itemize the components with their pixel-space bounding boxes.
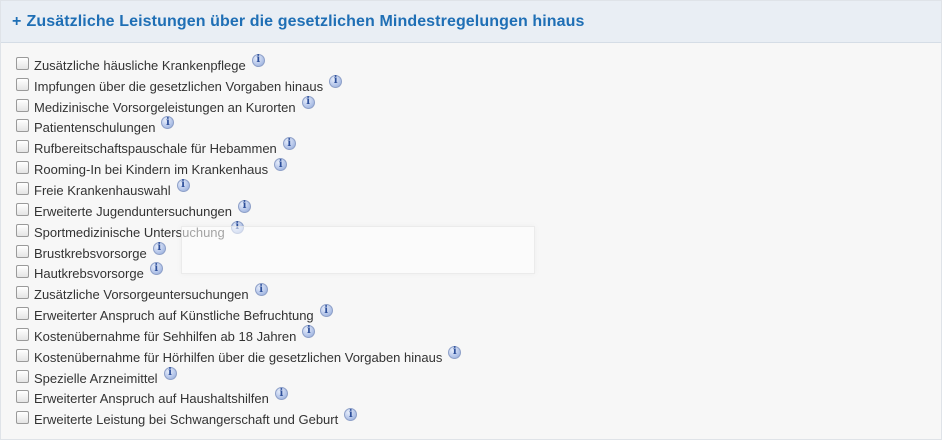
info-icon[interactable]: i (302, 324, 316, 338)
option-row: Spezielle Arzneimittel i (15, 366, 941, 389)
expand-toggle-icon[interactable]: + (12, 13, 21, 31)
checkbox-icon[interactable] (16, 265, 29, 279)
checkbox-icon[interactable] (16, 411, 29, 425)
checkbox-icon[interactable] (16, 161, 29, 175)
option-row: Erweiterte Leistung bei Schwangerschaft … (15, 408, 941, 430)
checkbox-icon[interactable] (16, 98, 29, 112)
checkbox-icon[interactable] (16, 181, 29, 195)
option-label[interactable]: Erweiterter Anspruch auf Haushaltshilfen (34, 391, 269, 406)
info-icon[interactable]: i (176, 178, 190, 192)
checkbox-icon[interactable] (16, 369, 29, 383)
option-row: Brustkrebsvorsorge i (15, 241, 941, 264)
option-row: Impfungen über die gesetzlichen Vorgaben… (15, 74, 941, 97)
option-label[interactable]: Brustkrebsvorsorge (34, 246, 147, 261)
info-icon[interactable]: i (319, 304, 333, 318)
option-label[interactable]: Rooming-In bei Kindern im Krankenhaus (34, 162, 268, 177)
option-label[interactable]: Kostenübernahme für Hörhilfen über die g… (34, 350, 442, 365)
info-icon[interactable]: i (152, 241, 166, 255)
info-icon[interactable]: i (230, 220, 244, 234)
option-label[interactable]: Spezielle Arzneimittel (34, 371, 158, 386)
benefit-options-list: Zusätzliche häusliche Krankenpflege i Im… (1, 43, 941, 430)
option-label[interactable]: Sportmedizinische Untersuchung (34, 225, 225, 240)
info-icon[interactable]: i (149, 262, 163, 276)
option-row: Rooming-In bei Kindern im Krankenhaus i (15, 158, 941, 180)
checkbox-icon[interactable] (16, 390, 29, 404)
checkbox-icon[interactable] (16, 119, 29, 133)
checkbox-icon[interactable] (16, 348, 29, 362)
checkbox-icon[interactable] (16, 77, 29, 91)
option-label[interactable]: Zusätzliche häusliche Krankenpflege (34, 58, 246, 73)
option-label[interactable]: Patientenschulungen (34, 120, 155, 135)
info-icon[interactable]: i (274, 158, 288, 172)
option-label[interactable]: Erweiterte Leistung bei Schwangerschaft … (34, 412, 338, 427)
option-row: Medizinische Vorsorgeleistungen an Kuror… (15, 95, 941, 118)
option-label[interactable]: Hautkrebsvorsorge (34, 266, 144, 281)
checkbox-icon[interactable] (16, 286, 29, 300)
option-row: Freie Krankenhauswahl i (15, 178, 941, 201)
option-row: Kostenübernahme für Hörhilfen über die g… (15, 345, 941, 368)
option-label[interactable]: Erweiterter Anspruch auf Künstliche Befr… (34, 308, 314, 323)
option-label[interactable]: Erweiterte Jugenduntersuchungen (34, 204, 232, 219)
option-row: Patientenschulungen i (15, 116, 941, 139)
checkbox-icon[interactable] (16, 56, 29, 70)
info-icon[interactable]: i (274, 387, 288, 401)
info-icon[interactable]: i (329, 74, 343, 88)
option-row: Zusätzliche häusliche Krankenpflege i (15, 53, 941, 76)
info-icon[interactable]: i (238, 199, 252, 213)
option-label[interactable]: Freie Krankenhauswahl (34, 183, 171, 198)
info-icon[interactable]: i (161, 116, 175, 130)
option-label[interactable]: Kostenübernahme für Sehhilfen ab 18 Jahr… (34, 329, 296, 344)
option-label[interactable]: Rufbereitschaftspauschale für Hebammen (34, 141, 277, 156)
info-icon[interactable]: i (448, 345, 462, 359)
checkbox-icon[interactable] (16, 223, 29, 237)
info-icon[interactable]: i (163, 366, 177, 380)
option-label[interactable]: Zusätzliche Vorsorgeuntersuchungen (34, 287, 249, 302)
checkbox-icon[interactable] (16, 244, 29, 258)
section-header-toggle[interactable]: + Zusätzliche Leistungen über die gesetz… (1, 1, 941, 43)
option-row: Erweiterte Jugenduntersuchungen i (15, 199, 941, 222)
additional-benefits-panel: + Zusätzliche Leistungen über die gesetz… (0, 0, 942, 440)
option-label[interactable]: Medizinische Vorsorgeleistungen an Kuror… (34, 100, 296, 115)
option-row: Rufbereitschaftspauschale für Hebammen i (15, 137, 941, 159)
checkbox-icon[interactable] (16, 202, 29, 216)
checkbox-icon[interactable] (16, 140, 29, 154)
checkbox-icon[interactable] (16, 307, 29, 321)
info-icon[interactable]: i (301, 95, 315, 109)
option-row: Erweiterter Anspruch auf Künstliche Befr… (15, 304, 941, 326)
info-icon[interactable]: i (344, 408, 358, 422)
info-icon[interactable]: i (251, 53, 265, 67)
option-row: Hautkrebsvorsorge i (15, 262, 941, 284)
option-row: Kostenübernahme für Sehhilfen ab 18 Jahr… (15, 324, 941, 347)
option-row: Sportmedizinische Untersuchung i (15, 220, 941, 243)
info-icon[interactable]: i (282, 137, 296, 151)
option-row: Zusätzliche Vorsorgeuntersuchungen i (15, 283, 941, 305)
info-icon[interactable]: i (254, 283, 268, 297)
option-label[interactable]: Impfungen über die gesetzlichen Vorgaben… (34, 79, 323, 94)
section-title[interactable]: Zusätzliche Leistungen über die gesetzli… (26, 13, 584, 31)
option-row: Erweiterter Anspruch auf Haushaltshilfen… (15, 387, 941, 410)
checkbox-icon[interactable] (16, 327, 29, 341)
